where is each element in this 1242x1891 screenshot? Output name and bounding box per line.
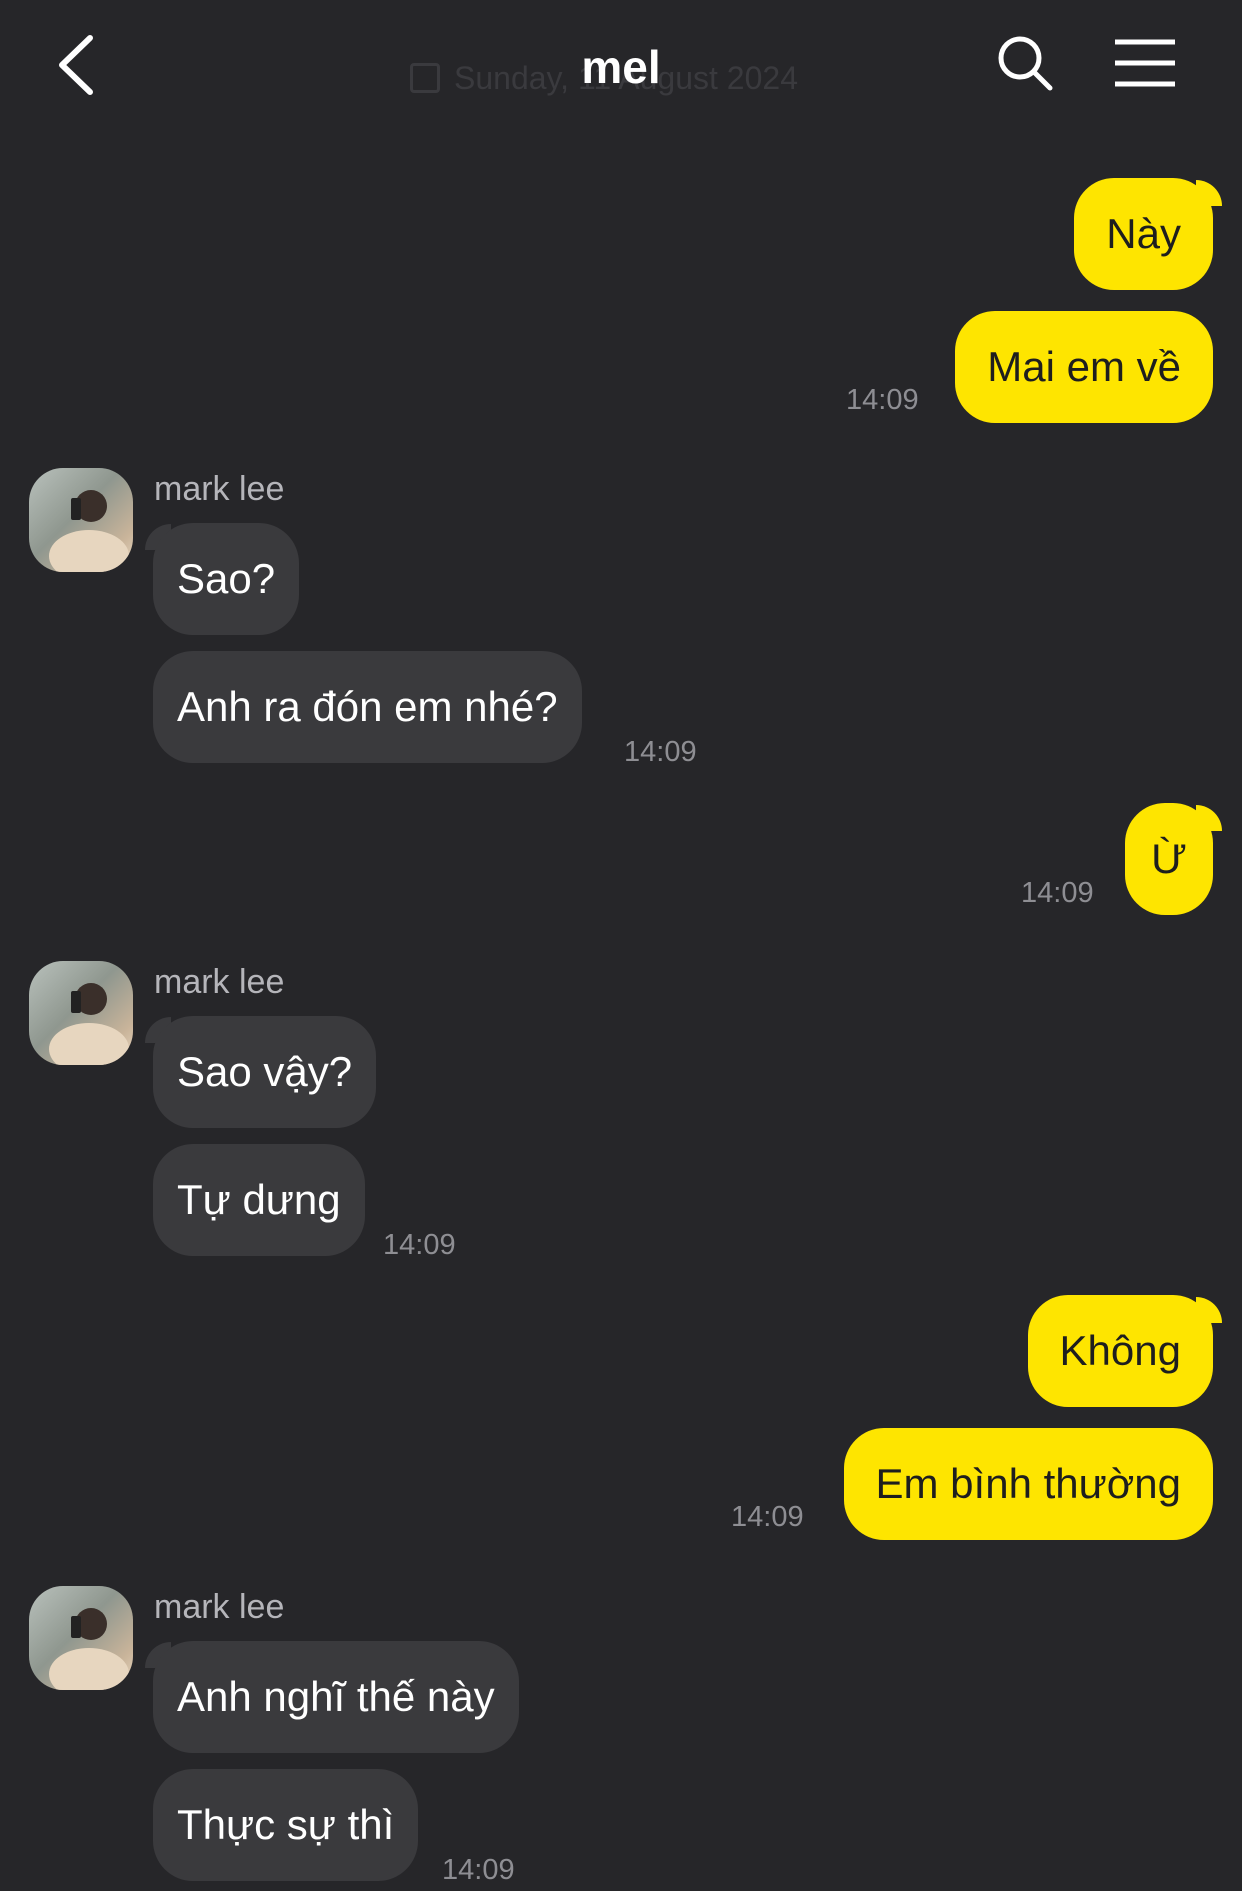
message-timestamp: 14:09 [442, 1854, 515, 1886]
message-timestamp: 14:09 [383, 1229, 456, 1261]
search-icon [998, 36, 1053, 91]
their-message-bubble[interactable]: Sao vậy? [153, 1016, 377, 1128]
message-timestamp: 14:09 [1021, 877, 1094, 909]
my-message-bubble[interactable]: Này [1074, 178, 1213, 290]
their-message-bubble[interactable]: Anh ra đón em nhé? [153, 651, 582, 763]
their-message-bubble[interactable]: Tự dưng [153, 1144, 365, 1256]
avatar[interactable] [29, 468, 133, 572]
avatar-photo [49, 490, 129, 572]
sender-name: mark lee [154, 1588, 285, 1626]
hamburger-menu-icon [1115, 39, 1175, 87]
message-timestamp: 14:09 [624, 736, 697, 768]
their-message-bubble[interactable]: Anh nghĩ thế này [153, 1641, 519, 1753]
menu-button[interactable] [1113, 38, 1177, 88]
avatar-photo [49, 1608, 129, 1690]
chat-title: mel [581, 41, 661, 93]
my-message-bubble[interactable]: Mai em về [955, 311, 1213, 423]
sender-name: mark lee [154, 470, 285, 508]
my-message-bubble[interactable]: Không [1027, 1295, 1213, 1407]
search-button[interactable] [995, 33, 1055, 93]
avatar[interactable] [29, 1586, 133, 1690]
my-message-bubble[interactable]: Em bình thường [843, 1428, 1213, 1540]
avatar[interactable] [29, 961, 133, 1065]
their-message-bubble[interactable]: Thực sự thì [153, 1769, 419, 1881]
chat-header: Sunday, 11 August 2024 mel [0, 0, 1242, 130]
message-timestamp: 14:09 [846, 384, 919, 416]
avatar-photo [49, 983, 129, 1065]
sender-name: mark lee [154, 963, 285, 1001]
my-message-bubble[interactable]: Ừ [1125, 803, 1213, 915]
message-timestamp: 14:09 [731, 1501, 804, 1533]
their-message-bubble[interactable]: Sao? [153, 523, 300, 635]
